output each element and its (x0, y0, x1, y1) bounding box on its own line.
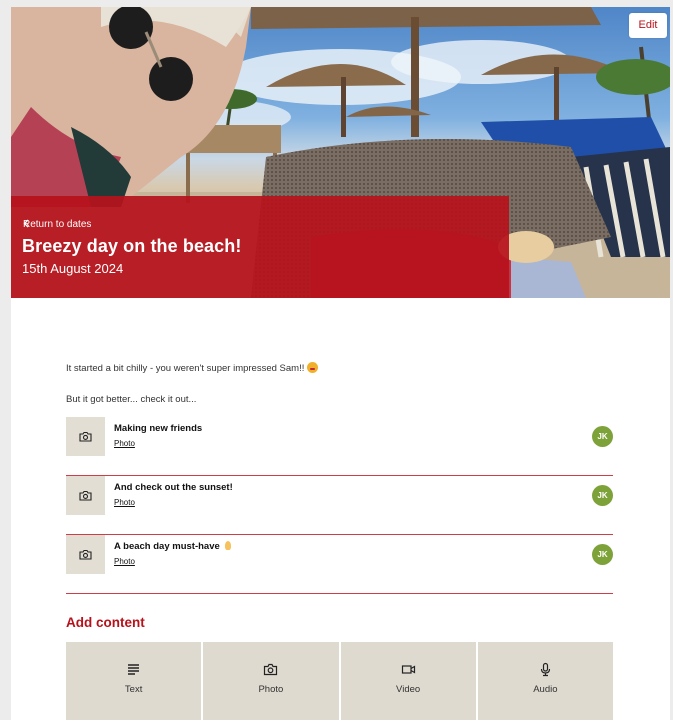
memory-page: Edit Return to dates Breezy day on the b… (11, 7, 670, 720)
item-title-text: A beach day must-have (114, 541, 220, 552)
return-to-dates-link[interactable]: Return to dates (23, 219, 91, 230)
hero-photo: Edit Return to dates Breezy day on the b… (11, 7, 670, 298)
edit-button[interactable]: Edit (629, 13, 667, 38)
add-content-heading: Add content (66, 615, 145, 630)
camera-icon (79, 431, 92, 442)
add-text-button[interactable]: Text (66, 642, 202, 720)
add-content-options: Text Photo Video Audio (66, 642, 613, 720)
description-text-1: It started a bit chilly - you weren't su… (66, 363, 305, 374)
add-photo-label: Photo (258, 684, 284, 695)
avatar: JK (592, 426, 613, 447)
list-item[interactable]: Making new friends Photo JK (66, 417, 613, 476)
add-video-label: Video (396, 684, 421, 695)
item-type-link[interactable]: Photo (114, 439, 135, 448)
photo-thumbnail (66, 476, 105, 515)
item-title: Making new friends (114, 423, 203, 434)
video-camera-icon (401, 665, 415, 674)
item-type-link[interactable]: Photo (114, 557, 135, 566)
avatar: JK (592, 544, 613, 565)
list-item[interactable]: And check out the sunset! Photo JK (66, 476, 613, 535)
item-title: A beach day must-have (114, 541, 231, 552)
camera-icon (79, 490, 92, 501)
add-audio-button[interactable]: Audio (477, 642, 613, 720)
add-photo-button[interactable]: Photo (203, 642, 339, 720)
add-audio-label: Audio (533, 684, 558, 695)
light-bulb-emoji-icon (224, 541, 231, 550)
camera-icon (79, 549, 92, 560)
add-text-label: Text (124, 684, 143, 695)
return-to-dates-label: Return to dates (23, 219, 92, 230)
page-title: Breezy day on the beach! (22, 236, 242, 256)
list-item[interactable]: A beach day must-have Photo JK (66, 535, 613, 594)
item-type-link[interactable]: Photo (114, 498, 135, 507)
avatar: JK (592, 485, 613, 506)
description-line-2: But it got better... check it out... (66, 394, 197, 405)
microphone-icon (540, 662, 550, 677)
title-banner: Return to dates Breezy day on the beach!… (11, 196, 509, 298)
chevron-left-icon (23, 219, 29, 228)
add-video-button[interactable]: Video (340, 642, 476, 720)
laughing-emoji-icon (307, 362, 319, 373)
photo-thumbnail (66, 535, 105, 574)
description-line-1: It started a bit chilly - you weren't su… (66, 362, 319, 374)
item-title: And check out the sunset! (114, 482, 233, 493)
photo-thumbnail (66, 417, 105, 456)
page-date: 15th August 2024 (22, 261, 124, 276)
text-lines-icon (128, 664, 140, 675)
camera-icon (264, 663, 278, 676)
